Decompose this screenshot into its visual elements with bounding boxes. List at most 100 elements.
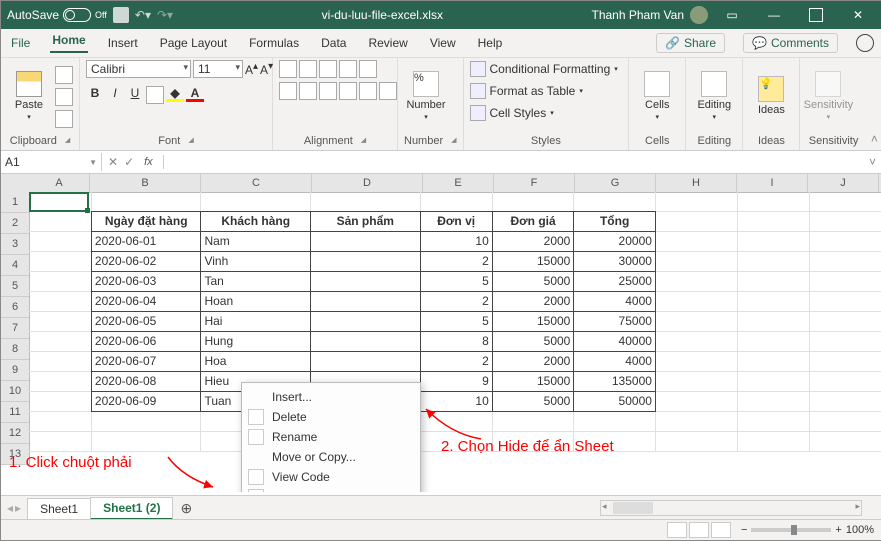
cell[interactable]: Sản phẩm <box>310 211 421 232</box>
cell[interactable]: 40000 <box>573 331 656 352</box>
cell[interactable]: Hoa <box>200 351 311 372</box>
wrap-text-icon[interactable] <box>359 60 377 78</box>
zoom-out-icon[interactable]: − <box>741 524 747 536</box>
minimize-icon[interactable]: — <box>756 1 792 29</box>
col-header[interactable]: I <box>737 174 808 192</box>
cell[interactable] <box>738 212 810 232</box>
cell[interactable] <box>656 352 738 372</box>
cell[interactable]: 2020-06-02 <box>91 251 202 272</box>
feedback-icon[interactable] <box>856 34 874 52</box>
cell[interactable] <box>656 372 738 392</box>
cell[interactable]: 2020-06-09 <box>91 391 202 412</box>
user-account[interactable]: Thanh Pham Van <box>591 6 708 24</box>
align-top-icon[interactable] <box>279 60 297 78</box>
cell[interactable]: 5000 <box>492 391 575 412</box>
decrease-font-icon[interactable]: A▾ <box>260 61 273 77</box>
cell[interactable] <box>574 192 656 212</box>
tab-nav-prev-icon[interactable]: ◂ <box>7 501 13 515</box>
cell[interactable] <box>29 372 92 392</box>
cell[interactable] <box>29 292 92 312</box>
cell[interactable] <box>810 332 881 352</box>
decrease-indent-icon[interactable] <box>339 82 357 100</box>
align-middle-icon[interactable] <box>299 60 317 78</box>
copy-icon[interactable] <box>55 88 73 106</box>
cell[interactable] <box>29 272 92 292</box>
cell[interactable]: 5 <box>420 271 493 292</box>
cell[interactable]: Tan <box>200 271 311 292</box>
zoom-level[interactable]: 100% <box>846 524 874 536</box>
cell[interactable] <box>656 332 738 352</box>
cell[interactable]: 20000 <box>573 231 656 252</box>
cell[interactable]: Nam <box>200 231 311 252</box>
cell[interactable]: 25000 <box>573 271 656 292</box>
tab-formulas[interactable]: Formulas <box>247 36 301 50</box>
cell[interactable]: Ngày đặt hàng <box>91 211 202 232</box>
cell[interactable]: 5 <box>420 311 493 332</box>
cell[interactable]: 2020-06-06 <box>91 331 202 352</box>
cell[interactable]: 50000 <box>573 391 656 412</box>
row-header[interactable]: 5 <box>1 276 29 297</box>
cell[interactable] <box>92 432 202 452</box>
tab-data[interactable]: Data <box>319 36 348 50</box>
bold-button[interactable]: B <box>86 86 104 104</box>
tab-view[interactable]: View <box>428 36 458 50</box>
page-layout-view-icon[interactable] <box>689 522 709 538</box>
cell[interactable] <box>311 192 421 212</box>
cell[interactable]: Vinh <box>200 251 311 272</box>
ribbon-display-icon[interactable]: ▭ <box>714 1 750 29</box>
paste-button[interactable]: Paste▾ <box>7 71 51 121</box>
row-header[interactable]: 9 <box>1 360 29 381</box>
autosave-toggle[interactable]: AutoSave Off <box>7 8 107 22</box>
cell[interactable]: Khách hàng <box>200 211 311 232</box>
cell[interactable]: 2 <box>420 251 493 272</box>
sheet-tab-sheet1[interactable]: Sheet1 <box>27 498 91 519</box>
col-header[interactable]: J <box>808 174 879 192</box>
row-header[interactable]: 2 <box>1 213 29 234</box>
increase-indent-icon[interactable] <box>359 82 377 100</box>
share-button[interactable]: 🔗Share <box>656 33 725 53</box>
row-header[interactable]: 6 <box>1 297 29 318</box>
sensitivity-button[interactable]: Sensitivity▾ <box>806 71 850 121</box>
ctx-insert[interactable]: Insert... <box>242 387 420 407</box>
cell[interactable] <box>738 412 810 432</box>
cell[interactable] <box>810 432 881 452</box>
italic-button[interactable]: I <box>106 86 124 104</box>
cell[interactable]: Hai <box>200 311 311 332</box>
cell[interactable] <box>29 412 92 432</box>
cell[interactable] <box>310 251 421 272</box>
cancel-icon[interactable]: ✕ <box>108 155 118 169</box>
redo-icon[interactable]: ↷▾ <box>157 8 173 22</box>
new-sheet-button[interactable]: ⊕ <box>172 500 200 517</box>
cell[interactable] <box>29 212 92 232</box>
cell[interactable]: Hung <box>200 331 311 352</box>
enter-icon[interactable]: ✓ <box>124 155 134 169</box>
cell[interactable]: 4000 <box>573 351 656 372</box>
cut-icon[interactable] <box>55 66 73 84</box>
cell[interactable] <box>810 372 881 392</box>
ctx-view-code[interactable]: View Code <box>242 467 420 487</box>
font-name-select[interactable]: Calibri <box>86 60 191 78</box>
cell[interactable] <box>738 312 810 332</box>
tab-page-layout[interactable]: Page Layout <box>158 36 229 50</box>
font-size-select[interactable]: 11 <box>193 60 243 78</box>
ctx-delete[interactable]: Delete <box>242 407 420 427</box>
cell[interactable] <box>310 311 421 332</box>
cell[interactable] <box>310 291 421 312</box>
name-box[interactable]: A1▼ <box>1 153 102 171</box>
cell[interactable]: 2020-06-07 <box>91 351 202 372</box>
increase-font-icon[interactable]: A▴ <box>245 61 258 77</box>
cell[interactable] <box>738 292 810 312</box>
cell[interactable]: Tổng <box>573 211 656 232</box>
cell[interactable]: 5000 <box>492 271 575 292</box>
cell[interactable] <box>738 252 810 272</box>
cell[interactable] <box>310 351 421 372</box>
cell[interactable] <box>738 192 810 212</box>
align-left-icon[interactable] <box>279 82 297 100</box>
cell[interactable] <box>493 192 575 212</box>
cell[interactable] <box>810 412 881 432</box>
row-header[interactable]: 10 <box>1 381 29 402</box>
cell[interactable]: 15000 <box>492 251 575 272</box>
border-icon[interactable] <box>146 86 164 104</box>
cell[interactable] <box>29 252 92 272</box>
row-header[interactable]: 3 <box>1 234 29 255</box>
